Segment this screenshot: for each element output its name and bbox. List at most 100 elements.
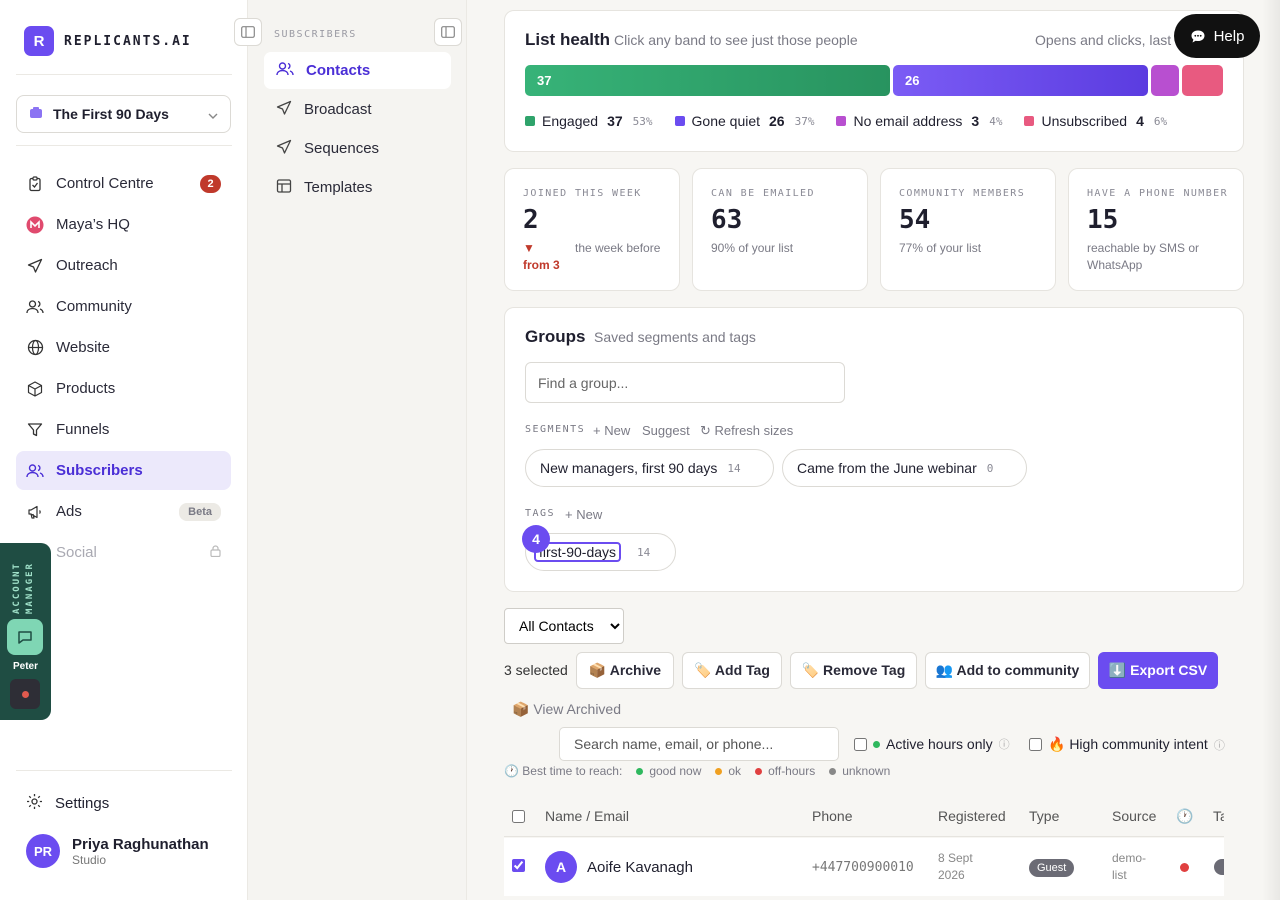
source-line: list [1112,868,1127,882]
row-checkbox[interactable] [512,859,525,872]
refresh-sizes-link[interactable]: ↻ Refresh sizes [700,423,793,439]
nav-item-mayas-hq[interactable]: Maya’s HQ [16,205,231,244]
legend-item[interactable]: Unsubscribed 4 6% [1024,113,1167,129]
add-to-community-button[interactable]: 👥 Add to community [925,652,1090,689]
subnav-item-contacts[interactable]: Contacts [264,52,451,89]
brand[interactable]: R REPLICANTS.AI [24,26,192,56]
subnav-item-broadcast[interactable]: Broadcast [264,91,451,128]
export-csv-button[interactable]: ⬇️ Export CSV [1098,652,1218,689]
nav-item-subscribers[interactable]: Subscribers [16,451,231,490]
segments-label: SEGMENTS [525,424,586,435]
segment-chip[interactable]: Came from the June webinar 0 [782,449,1027,487]
nav-item-ads[interactable]: Ads Beta [16,492,231,531]
legend-item[interactable]: Gone quiet 26 37% [674,113,814,129]
add-tag-button[interactable]: 🏷️ Add Tag [682,652,782,689]
avatar: PR [26,834,60,868]
main-content: List health Click any band to see just t… [467,0,1280,900]
stat-sub-text: 90% of your list [711,241,794,255]
segment-chip[interactable]: New managers, first 90 days 14 [525,449,774,487]
new-segment-link[interactable]: + New [593,423,630,438]
health-band-unsubscribed[interactable] [1182,65,1223,96]
table-row[interactable]: A Aoife Kavanagh +447700900010 8 Sept 20… [504,838,1224,896]
list-health-period: Opens and clicks, last [1035,32,1172,48]
remove-tag-button[interactable]: 🏷️ Remove Tag [790,652,917,689]
nav-label: Products [56,380,116,397]
people-icon [26,462,44,480]
legend-swatch [674,116,685,126]
active-hours-checkbox[interactable] [854,737,867,751]
column-header[interactable]: Name / Email [545,808,629,824]
clipboard-icon [26,175,44,193]
workspace-icon [29,106,43,123]
account-manager-name: Peter [12,661,38,672]
select-all-checkbox[interactable] [512,810,525,823]
contact-name[interactable]: Aoife Kavanagh [587,859,693,876]
subnav-label: Sequences [304,140,380,157]
globe-icon [26,339,44,357]
band-count: 37 [537,73,552,88]
column-header[interactable]: Source [1112,808,1156,824]
legend-name: Unsubscribed [1041,113,1128,129]
maya-logo-icon [26,216,44,234]
subnav-label: Templates [304,179,373,196]
new-tag-link[interactable]: + New [565,507,602,522]
subnav-item-sequences[interactable]: Sequences [264,130,451,167]
nav-item-community[interactable]: Community [16,287,231,326]
nav-item-funnels[interactable]: Funnels [16,410,231,449]
nav-item-control-centre[interactable]: Control Centre 2 [16,164,231,203]
date-line: 8 Sept [938,851,973,865]
high-intent-checkbox[interactable] [1029,738,1042,751]
reach-legend-label: 🕐 Best time to reach: [504,764,623,778]
view-archived-link[interactable]: 📦 View Archived [512,701,621,718]
segment-count: 14 [727,461,741,475]
suggest-segment-link[interactable]: Suggest [642,423,690,438]
subscribers-subnav: SUBSCRIBERS Contacts Broadcast Sequences… [248,0,467,900]
column-header[interactable]: Phone [812,808,852,824]
legend-item[interactable]: Engaged 37 53% [525,113,653,129]
health-band-no-email-address[interactable] [1151,65,1179,96]
user-profile[interactable]: PR Priya Raghunathan Studio [26,834,209,868]
nav-item-products[interactable]: Products [16,369,231,408]
column-header[interactable]: Type [1029,808,1059,824]
nav-item-outreach[interactable]: Outreach [16,246,231,285]
reach-legend: 🕐 Best time to reach: good now ok off-ho… [504,764,890,778]
contact-view-select[interactable]: All Contacts [504,608,624,644]
edge-shadow [1262,0,1280,900]
reach-label: off-hours [768,764,816,778]
account-manager-widget[interactable]: ACCOUNT MANAGER Peter [0,543,51,720]
contact-search-input[interactable] [559,727,839,761]
stat-value: 54 [899,205,931,235]
settings-link[interactable]: Settings [26,793,109,814]
record-button[interactable] [10,679,40,709]
group-search-input[interactable] [525,362,845,403]
user-role: Studio [72,852,107,867]
box-icon [26,380,44,398]
sidebar-toggle-button[interactable] [234,18,262,46]
notification-badge: 2 [200,174,221,193]
health-band-gone-quiet[interactable]: 26 [893,65,1148,96]
subnav-toggle-button[interactable] [434,18,462,46]
column-header[interactable]: Registered [938,808,1006,824]
info-icon[interactable]: ⓘ [1214,737,1225,753]
reach-status-dot-icon [1180,863,1189,872]
health-band-engaged[interactable]: 37 [525,65,890,96]
tag-pill [1214,859,1224,875]
legend-swatch [836,116,847,126]
groups-title: Groups [525,327,586,346]
subnav-item-templates[interactable]: Templates [264,169,451,206]
chat-button[interactable] [7,619,43,655]
chat-bubble-icon [1191,30,1205,42]
high-intent-filter[interactable]: 🔥 High community intent ⓘ [1029,736,1225,753]
nav-item-website[interactable]: Website [16,328,231,367]
divider [16,145,232,146]
workspace-switcher[interactable]: The First 90 Days [16,95,231,133]
good-now-dot-icon [636,767,644,775]
segment-count: 0 [986,461,994,475]
legend-item[interactable]: No email address 3 4% [836,113,1002,129]
archive-button[interactable]: 📦 Archive [576,652,674,689]
info-icon[interactable]: ⓘ [999,736,1010,752]
active-hours-filter[interactable]: Active hours only ⓘ [854,736,1010,752]
stat-label: HAVE A PHONE NUMBER [1087,188,1228,199]
column-header[interactable]: Ta [1213,808,1224,824]
help-button[interactable]: Help [1174,14,1260,58]
